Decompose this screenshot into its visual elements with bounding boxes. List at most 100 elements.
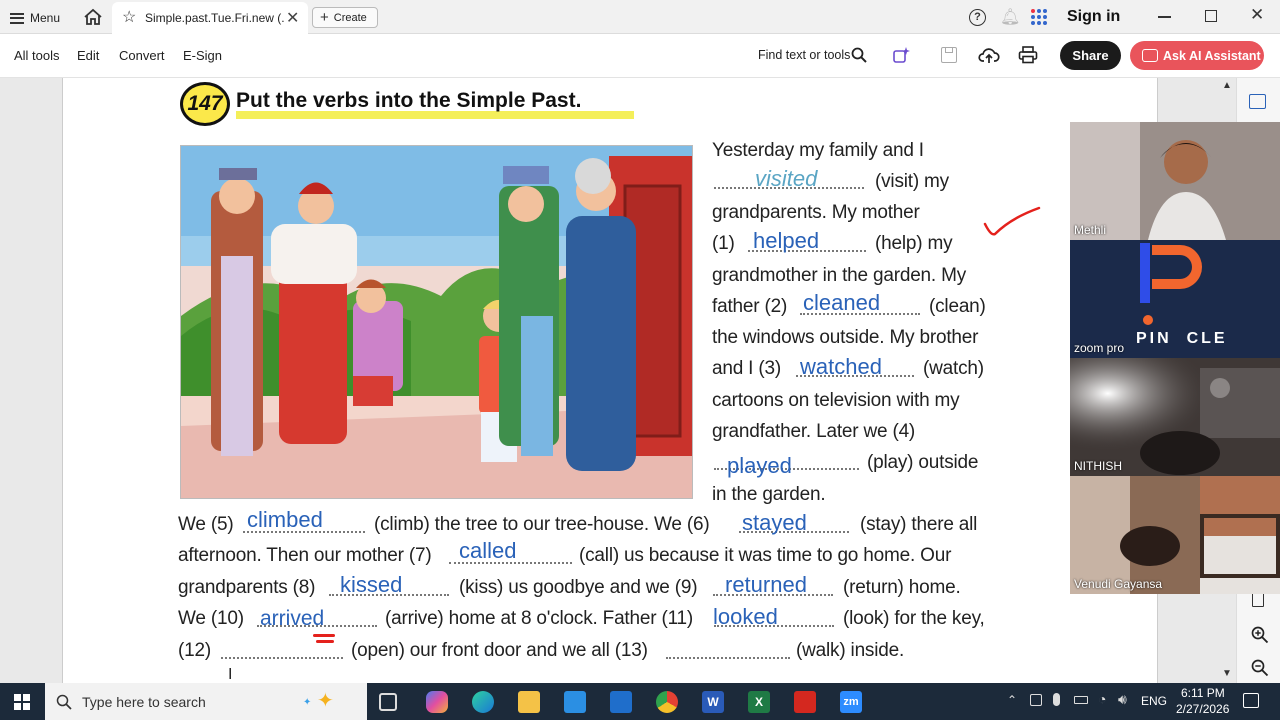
- family-illustration: [180, 145, 693, 499]
- text-line: and I (3): [712, 358, 781, 379]
- text-line: grandfather. Later we (4): [712, 421, 916, 442]
- convert-menu[interactable]: Convert: [119, 48, 165, 63]
- text-line: (arrive) home at 8 o'clock. Father (11): [385, 608, 694, 629]
- participant-tile[interactable]: PIN CLE zoom pro: [1070, 240, 1280, 358]
- text-line: grandparents. My mother: [712, 202, 920, 223]
- acrobat-icon[interactable]: [794, 691, 816, 713]
- copilot-icon[interactable]: [426, 691, 448, 713]
- apps-grid-icon[interactable]: [1031, 9, 1047, 25]
- answer-blank: [666, 657, 790, 659]
- file-explorer-icon[interactable]: [518, 691, 540, 713]
- scroll-down-icon[interactable]: ▼: [1222, 668, 1232, 679]
- text-line: (climb) the tree to our tree-house. We (…: [374, 514, 710, 535]
- zoom-app-icon[interactable]: zm: [840, 691, 862, 713]
- plus-icon: +: [320, 9, 329, 26]
- answer-blank: [221, 657, 343, 659]
- save-icon[interactable]: [941, 47, 957, 63]
- scroll-up-icon[interactable]: ▲: [1222, 80, 1232, 91]
- answer-2: cleaned: [803, 290, 881, 315]
- sparkle-icon: ✦: [303, 697, 312, 708]
- word-icon[interactable]: W: [702, 691, 724, 713]
- create-button[interactable]: + Create: [312, 7, 378, 28]
- esign-menu[interactable]: E-Sign: [183, 48, 222, 63]
- taskbar-search-box[interactable]: Type here to search ✦ ✦: [45, 683, 367, 720]
- participant-name: Methli: [1074, 223, 1107, 237]
- answer-1: helped: [753, 228, 820, 253]
- notifications-icon[interactable]: [1243, 693, 1259, 708]
- zoom-in-icon[interactable]: [1251, 626, 1271, 646]
- participant-tile[interactable]: Venudi Gayansa: [1070, 476, 1280, 594]
- volume-icon[interactable]: 🔊︎: [1118, 691, 1127, 708]
- tray-camera-icon[interactable]: [1030, 694, 1042, 706]
- close-tab-icon[interactable]: ✕: [286, 8, 299, 28]
- battery-icon[interactable]: [1074, 696, 1088, 704]
- comments-icon[interactable]: [1249, 94, 1266, 109]
- text-line: (open) our front door and we all (13): [351, 640, 648, 661]
- task-view-icon[interactable]: [379, 693, 397, 711]
- help-icon[interactable]: ?: [969, 9, 986, 26]
- text-line: (walk) inside.: [796, 640, 905, 661]
- text-line: grandmother in the garden. My: [712, 265, 967, 286]
- zoom-out-icon[interactable]: [1251, 659, 1271, 679]
- tab-bar: Menu ☆ Simple.past.Tue.Fri.new (... ✕ + …: [0, 0, 1280, 34]
- search-icon[interactable]: [851, 47, 867, 63]
- text-line: We (5): [178, 514, 234, 535]
- text-line: (12): [178, 640, 211, 661]
- edit-menu[interactable]: Edit: [77, 48, 99, 63]
- hamburger-icon: [10, 12, 24, 24]
- restore-icon[interactable]: [1205, 10, 1217, 22]
- text-line: (play) outside: [867, 452, 979, 473]
- participant-tile[interactable]: Methli: [1070, 122, 1280, 240]
- close-window-icon[interactable]: ✕: [1250, 5, 1264, 25]
- star-icon[interactable]: ☆: [122, 7, 136, 27]
- text-line: (1): [712, 233, 735, 254]
- text-line: (look) for the key,: [843, 608, 985, 629]
- language-indicator[interactable]: ENG: [1141, 694, 1167, 708]
- share-button[interactable]: Share: [1060, 41, 1121, 70]
- ask-ai-label: Ask AI Assistant: [1163, 48, 1261, 63]
- outlook-icon[interactable]: [610, 691, 632, 713]
- wifi-icon[interactable]: ◔: [1098, 691, 1106, 707]
- pinnacle-logo: [1140, 243, 1220, 325]
- pages-icon[interactable]: [1252, 593, 1264, 607]
- menu-button[interactable]: Menu: [10, 8, 60, 28]
- text-line: (kiss) us goodbye and we (9): [459, 577, 698, 598]
- tray-mic-icon[interactable]: [1053, 693, 1060, 706]
- excel-icon[interactable]: X: [748, 691, 770, 713]
- find-text-label[interactable]: Find text or tools: [758, 48, 850, 62]
- text-cursor-icon: I: [228, 666, 233, 683]
- bell-icon[interactable]: 🔔︎: [1000, 7, 1020, 27]
- clock-time[interactable]: 6:11 PM: [1181, 686, 1225, 700]
- home-button[interactable]: [82, 6, 104, 28]
- store-icon[interactable]: [564, 691, 586, 713]
- text-line: (call) us because it was time to go home…: [579, 545, 952, 566]
- chrome-icon[interactable]: [656, 691, 678, 713]
- checkmark-annotation: [983, 206, 1041, 236]
- answer-11: looked: [713, 604, 778, 629]
- print-icon[interactable]: [1018, 46, 1038, 64]
- text-line: (return) home.: [843, 577, 961, 598]
- tray-chevron-icon[interactable]: ⌃: [1007, 693, 1017, 707]
- edge-icon[interactable]: [472, 691, 494, 713]
- sign-in-button[interactable]: Sign in: [1067, 8, 1120, 26]
- text-line: (help) my: [875, 233, 953, 254]
- document-viewport[interactable]: 147 Put the verbs into the Simple Past.: [0, 78, 1280, 683]
- underline-annotation: [316, 640, 334, 643]
- document-tab[interactable]: ☆ Simple.past.Tue.Fri.new (... ✕: [112, 2, 308, 34]
- clock-date[interactable]: 2/27/2026: [1176, 702, 1229, 716]
- ai-tools-icon[interactable]: [892, 46, 910, 64]
- text-line: Yesterday my family and I: [712, 140, 924, 161]
- answer-5: climbed: [247, 507, 323, 532]
- minimize-icon[interactable]: [1158, 16, 1171, 18]
- participant-tile[interactable]: NITHISH: [1070, 358, 1280, 476]
- all-tools-menu[interactable]: All tools: [14, 48, 60, 63]
- text-line: grandparents (8): [178, 577, 316, 598]
- exercise-number-badge: 147: [180, 82, 230, 126]
- ask-ai-assistant-button[interactable]: Ask AI Assistant: [1130, 41, 1264, 70]
- participant-name: zoom pro: [1074, 341, 1125, 355]
- answer-7: called: [459, 538, 517, 563]
- search-icon: [56, 694, 72, 710]
- upload-cloud-icon[interactable]: [978, 45, 1000, 65]
- windows-start-icon[interactable]: [14, 694, 30, 710]
- answer-9: returned: [725, 572, 807, 597]
